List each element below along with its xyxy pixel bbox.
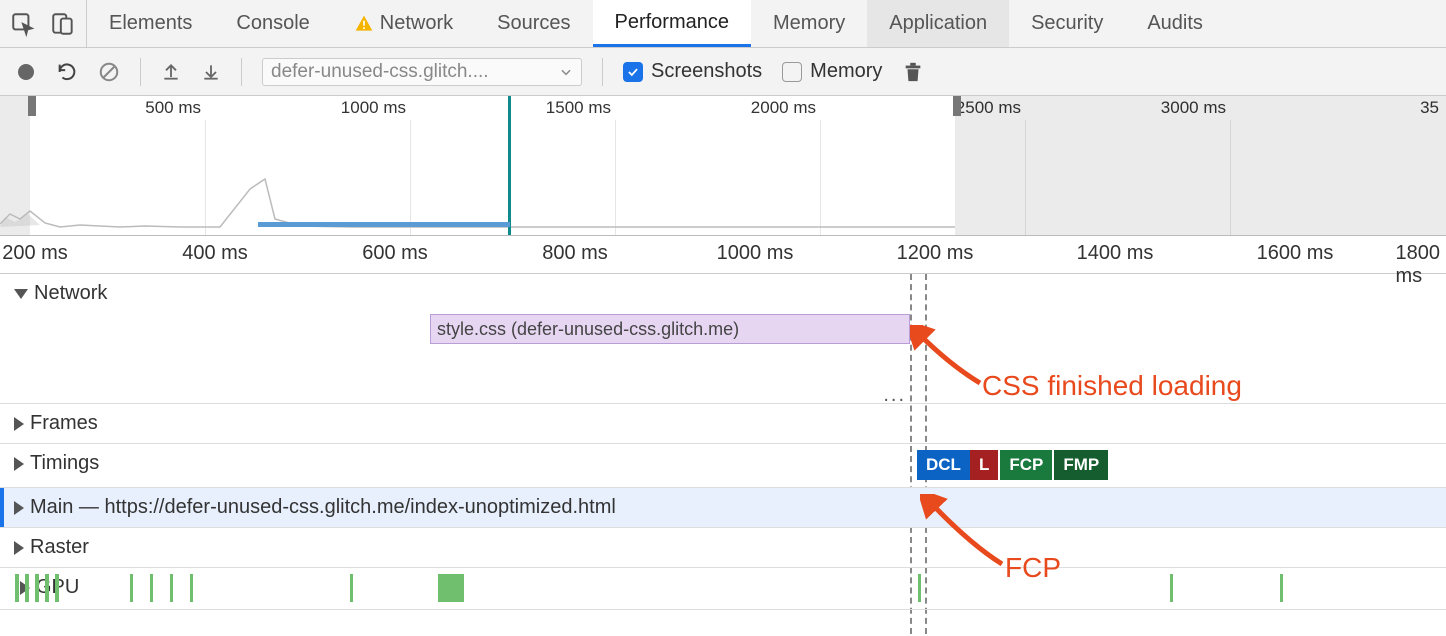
disclosure-closed-icon (14, 417, 24, 431)
ruler-tick: 1000 ms (717, 242, 794, 265)
timing-badges: DCL L FCP FMP (917, 450, 1108, 480)
detail-ruler[interactable]: 200 ms 400 ms 600 ms 800 ms 1000 ms 1200… (0, 236, 1446, 274)
tab-security[interactable]: Security (1009, 0, 1125, 47)
section-main-label: Main — https://defer-unused-css.glitch.m… (30, 496, 616, 519)
section-timings-label: Timings (30, 452, 99, 475)
section-timings: Timings DCL L FCP FMP (0, 444, 1446, 488)
ruler-tick: 1400 ms (1077, 242, 1154, 265)
section-timings-header[interactable]: Timings (0, 444, 1446, 483)
overview-tick: 500 ms (145, 98, 205, 118)
separator (602, 58, 603, 86)
ruler-tick: 400 ms (182, 242, 248, 265)
disclosure-closed-icon (14, 457, 24, 471)
separator (140, 58, 141, 86)
inspect-element-icon[interactable] (10, 11, 36, 37)
tab-audits[interactable]: Audits (1125, 0, 1225, 47)
section-network: Network style.css (defer-unused-css.glit… (0, 274, 1446, 404)
ruler-tick: 200 ms (2, 242, 68, 265)
disclosure-open-icon (14, 289, 28, 299)
overview-marker (508, 96, 511, 235)
network-request-bar[interactable]: style.css (defer-unused-css.glitch.me) (430, 314, 910, 344)
upload-icon[interactable] (161, 62, 181, 82)
devtools-tabbar: Elements Console Network Sources Perform… (0, 0, 1446, 48)
memory-checkbox[interactable]: Memory (782, 60, 882, 83)
overview-shade-right (955, 96, 1446, 235)
overview-tick: 2000 ms (751, 98, 820, 118)
overview-handle-right[interactable] (953, 96, 961, 116)
overview-shade-left (0, 96, 30, 235)
badge-fcp[interactable]: FCP (998, 450, 1052, 480)
section-frames: Frames (0, 404, 1446, 444)
request-lead (430, 315, 431, 343)
record-icon[interactable] (16, 62, 36, 82)
overview-gridline (615, 120, 616, 235)
badge-dcl[interactable]: DCL (917, 450, 970, 480)
screenshots-checkbox[interactable]: Screenshots (623, 60, 762, 83)
trash-icon[interactable] (902, 60, 924, 84)
overview-tick: 1000 ms (341, 98, 410, 118)
recording-selector-label: defer-unused-css.glitch.... (271, 61, 489, 83)
tab-network[interactable]: Network (332, 0, 475, 47)
device-toggle-icon[interactable] (50, 11, 76, 37)
tab-elements[interactable]: Elements (87, 0, 214, 47)
section-main-header[interactable]: Main — https://defer-unused-css.glitch.m… (0, 488, 1446, 527)
ruler-tick: 1200 ms (897, 242, 974, 265)
overview-handle-left[interactable] (28, 96, 36, 116)
gpu-activity (0, 574, 1446, 602)
section-raster-header[interactable]: Raster (0, 528, 1446, 567)
overview-gridline (410, 120, 411, 235)
section-raster-label: Raster (30, 536, 89, 559)
section-raster: Raster (0, 528, 1446, 568)
separator (241, 58, 242, 86)
ruler-tick: 600 ms (362, 242, 428, 265)
chevron-down-icon (559, 65, 573, 79)
section-gpu: GPU (0, 568, 1446, 610)
tab-memory[interactable]: Memory (751, 0, 867, 47)
ruler-tick: 1600 ms (1257, 242, 1334, 265)
disclosure-closed-icon (14, 501, 24, 515)
warning-icon (354, 14, 374, 34)
overview-gridline (820, 120, 821, 235)
screenshots-label: Screenshots (651, 60, 762, 83)
inspect-tools (0, 0, 87, 47)
section-frames-label: Frames (30, 412, 98, 435)
ruler-tick: 800 ms (542, 242, 608, 265)
reload-icon[interactable] (56, 61, 78, 83)
disclosure-closed-icon (14, 541, 24, 555)
overview-bluebar (258, 222, 510, 227)
section-frames-header[interactable]: Frames (0, 404, 1446, 443)
performance-toolbar: defer-unused-css.glitch.... Screenshots … (0, 48, 1446, 96)
section-main: Main — https://defer-unused-css.glitch.m… (0, 488, 1446, 528)
badge-l[interactable]: L (970, 450, 998, 480)
panel-tabs: Elements Console Network Sources Perform… (87, 0, 1446, 47)
checkbox-on-icon (623, 62, 643, 82)
section-network-label: Network (34, 282, 107, 305)
tab-application[interactable]: Application (867, 0, 1009, 47)
tab-console[interactable]: Console (214, 0, 331, 47)
tab-network-label: Network (380, 12, 453, 35)
checkbox-off-icon (782, 62, 802, 82)
flame-pane: Network style.css (defer-unused-css.glit… (0, 274, 1446, 610)
overview-tick: 1500 ms (546, 98, 615, 118)
tab-sources[interactable]: Sources (475, 0, 592, 47)
network-request-label: style.css (defer-unused-css.glitch.me) (437, 319, 739, 340)
download-icon[interactable] (201, 62, 221, 82)
overview-timeline[interactable]: 500 ms 1000 ms 1500 ms 2000 ms 2500 ms 3… (0, 96, 1446, 236)
overview-gridline (205, 120, 206, 235)
section-network-header[interactable]: Network (0, 274, 1446, 313)
clear-icon[interactable] (98, 61, 120, 83)
memory-label: Memory (810, 60, 882, 83)
badge-fmp[interactable]: FMP (1052, 450, 1108, 480)
tab-performance[interactable]: Performance (593, 0, 752, 47)
recording-selector[interactable]: defer-unused-css.glitch.... (262, 58, 582, 86)
